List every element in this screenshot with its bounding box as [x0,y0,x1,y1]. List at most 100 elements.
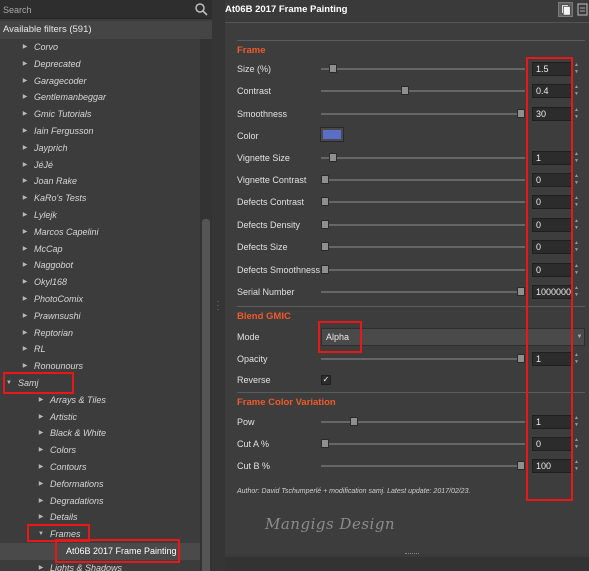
tree-scrollbar[interactable] [200,39,212,571]
tree-item[interactable]: ▶ Marcos Capelini [0,224,200,241]
tree-item[interactable]: ▶ Prawnsushi [0,308,200,325]
chevron-right-icon[interactable]: ▶ [21,274,29,291]
defects-size-spinbox[interactable]: 0 [532,240,572,254]
chevron-right-icon[interactable]: ▶ [21,73,29,90]
chevron-right-icon[interactable]: ▶ [21,241,29,258]
chevron-right-icon[interactable]: ▶ [21,157,29,174]
slider-track[interactable] [321,90,525,92]
chevron-right-icon[interactable]: ▶ [21,89,29,106]
slider-handle[interactable] [328,64,337,73]
tree-item[interactable]: ▶ Lylejk [0,207,200,224]
spin-arrows-icon[interactable]: ▲ ▼ [572,263,581,277]
slider-handle[interactable] [401,86,410,95]
spin-arrows-icon[interactable]: ▲ ▼ [572,437,581,451]
spin-arrows-icon[interactable]: ▲ ▼ [572,218,581,232]
slider-handle[interactable] [328,153,337,162]
defects-density-spinbox[interactable]: 0 [532,218,572,232]
slider-handle[interactable] [350,417,359,426]
cut-a-spinbox[interactable]: 0 [532,437,572,451]
mode-dropdown[interactable]: Alpha [321,328,585,346]
chevron-right-icon[interactable]: ▶ [21,291,29,308]
chevron-right-icon[interactable]: ▶ [21,123,29,140]
slider-handle[interactable] [321,220,329,229]
slider-handle[interactable] [321,265,329,274]
tree-item[interactable]: ▶ KaRo's Tests [0,190,200,207]
tree-item[interactable]: ▶ Details [0,509,200,526]
chevron-down-icon[interactable]: ▼ [574,328,585,346]
settings-icon[interactable] [576,2,589,17]
chevron-right-icon[interactable]: ▶ [21,325,29,342]
chevron-right-icon[interactable]: ▶ [37,425,45,442]
chevron-right-icon[interactable]: ▶ [21,257,29,274]
tree-item[interactable]: ▶ Naggobot [0,257,200,274]
tree-item[interactable]: ▶ Corvo [0,39,200,56]
slider-handle[interactable] [321,197,329,206]
spin-arrows-icon[interactable]: ▲ ▼ [572,415,581,429]
defects-contrast-spinbox[interactable]: 0 [532,195,572,209]
chevron-right-icon[interactable]: ▶ [37,409,45,426]
reverse-checkbox[interactable]: ✓ [321,375,331,385]
tree-item[interactable]: ▶ Lights & Shadows [0,560,200,571]
chevron-right-icon[interactable]: ▶ [37,459,45,476]
slider-track[interactable] [321,465,525,467]
spin-arrows-icon[interactable]: ▲ ▼ [572,195,581,209]
search-input[interactable] [0,0,190,19]
slider-handle[interactable] [517,109,525,118]
pow-spinbox[interactable]: 1 [532,415,572,429]
spin-arrows-icon[interactable]: ▲ ▼ [572,240,581,254]
chevron-right-icon[interactable]: ▶ [21,190,29,207]
tree-item[interactable]: ▶ Joan Rake [0,173,200,190]
chevron-right-icon[interactable]: ▶ [37,476,45,493]
smoothness-spinbox[interactable]: 30 [532,107,572,121]
tree-item[interactable]: ▶ Reptorian [0,325,200,342]
spin-arrows-icon[interactable]: ▲ ▼ [572,173,581,187]
slider-handle[interactable] [321,242,329,251]
slider-track[interactable] [321,179,525,181]
color-swatch-button[interactable] [320,127,344,142]
slider-track[interactable] [321,291,525,293]
slider-handle[interactable] [517,461,525,470]
tree-item[interactable]: ▶ Ronounours [0,358,200,375]
serial-number-spinbox[interactable]: 1000000 [532,285,572,299]
tree-item[interactable]: ▶ Artistic [0,409,200,426]
chevron-right-icon[interactable]: ▶ [37,493,45,510]
spin-arrows-icon[interactable]: ▲ ▼ [572,107,581,121]
slider-track[interactable] [321,224,525,226]
chevron-right-icon[interactable]: ▶ [21,341,29,358]
slider-track[interactable] [321,68,525,70]
spin-arrows-icon[interactable]: ▲ ▼ [572,62,581,76]
tree-item[interactable]: ▶ Deprecated [0,56,200,73]
tree-item[interactable]: ▶ Jayprich [0,140,200,157]
chevron-right-icon[interactable]: ▶ [21,140,29,157]
slider-track[interactable] [321,201,525,203]
chevron-right-icon[interactable]: ▶ [37,560,45,571]
chevron-right-icon[interactable]: ▶ [37,509,45,526]
scrollbar-thumb[interactable] [202,219,210,571]
defects-smoothness-spinbox[interactable]: 0 [532,263,572,277]
tree-item[interactable]: ▶ PhotoComix [0,291,200,308]
tree-item[interactable]: ▶ Arrays & Tiles [0,392,200,409]
search-icon[interactable] [194,2,208,16]
tree-item[interactable]: ▶ Deformations [0,476,200,493]
tree-item[interactable]: ▶ Iain Fergusson [0,123,200,140]
chevron-right-icon[interactable]: ▶ [21,358,29,375]
slider-handle[interactable] [321,175,329,184]
slider-handle[interactable] [517,354,525,363]
chevron-down-icon[interactable]: ▼ [5,375,13,392]
tree-item[interactable]: ▼ Frames [0,526,200,543]
tree-item[interactable]: ▶ Gmic Tutorials [0,106,200,123]
slider-track[interactable] [321,358,525,360]
cut-b-spinbox[interactable]: 100 [532,459,572,473]
spin-arrows-icon[interactable]: ▲ ▼ [572,352,581,366]
slider-handle[interactable] [517,287,525,296]
spin-arrows-icon[interactable]: ▲ ▼ [572,285,581,299]
tree-item[interactable]: ▶ McCap [0,241,200,258]
tree-item[interactable]: ▶ RL [0,341,200,358]
tree-item-selected[interactable]: At06B 2017 Frame Painting [0,543,200,560]
panel-splitter[interactable]: · · · [212,0,225,571]
slider-track[interactable] [321,443,525,445]
slider-handle[interactable] [321,439,329,448]
chevron-right-icon[interactable]: ▶ [21,224,29,241]
tree-item[interactable]: ▶ Gentlemanbeggar [0,89,200,106]
chevron-down-icon[interactable]: ▼ [37,526,45,543]
